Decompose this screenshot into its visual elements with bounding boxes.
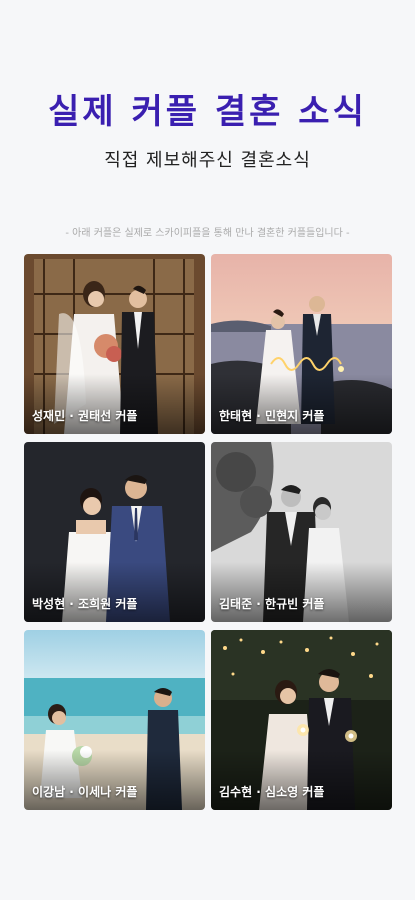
disclaimer-note: - 아래 커플은 실제로 스카이피플을 통해 만나 결혼한 커플들입니다 - [65,228,350,239]
caption-shade [211,562,392,622]
caption-shade [24,374,205,434]
caption-shade [211,750,392,810]
caption-shade [24,562,205,622]
page-subtitle: 직접 제보해주신 결혼소식 [104,150,311,171]
couple-caption: 김수현 · 심소영 커플 [219,785,325,799]
couple-card[interactable]: 한태현 · 민현지 커플 [211,254,392,434]
page-title: 실제 커플 결혼 소식 [48,92,367,132]
couple-card[interactable]: 김수현 · 심소영 커플 [211,630,392,810]
caption-shade [211,374,392,434]
couple-caption: 박성현 · 조희원 커플 [32,597,138,611]
couple-card[interactable]: 김태준 · 한규빈 커플 [211,442,392,622]
couple-caption: 한태현 · 민현지 커플 [219,409,325,423]
couple-caption: 성재민 · 권태선 커플 [32,409,138,423]
couple-card[interactable]: 이강남 · 이세나 커플 [24,630,205,810]
caption-shade [24,750,205,810]
couple-card[interactable]: 성재민 · 권태선 커플 [24,254,205,434]
couple-caption: 이강남 · 이세나 커플 [32,785,138,799]
couple-caption: 김태준 · 한규빈 커플 [219,597,325,611]
couple-card[interactable]: 박성현 · 조희원 커플 [24,442,205,622]
